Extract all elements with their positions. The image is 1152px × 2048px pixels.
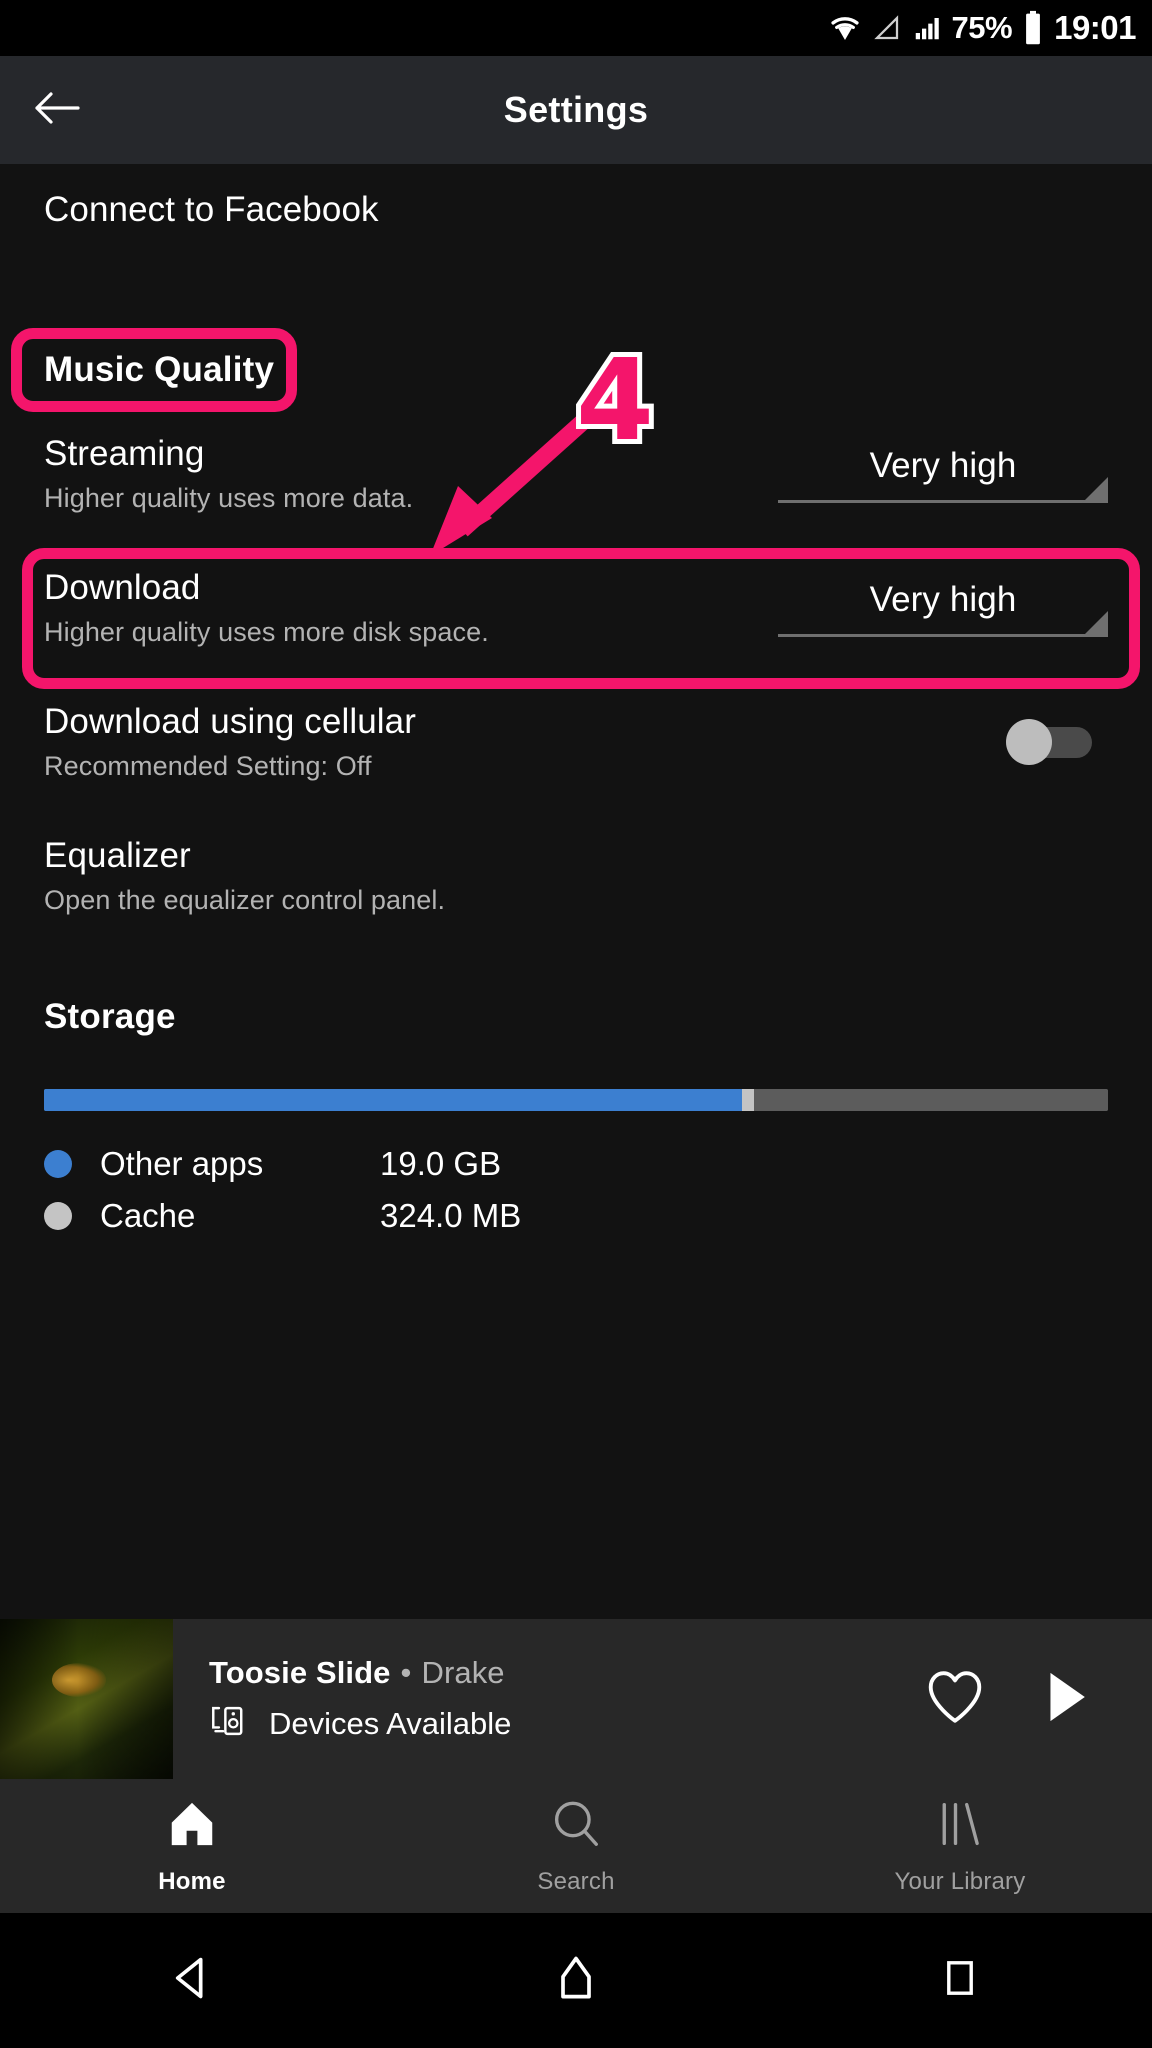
app-bar: Settings: [0, 56, 1152, 164]
storage-legend-item-other-apps: Other apps 19.0 GB: [44, 1145, 501, 1183]
legend-value-other-apps: 19.0 GB: [380, 1145, 502, 1182]
download-subtitle: Higher quality uses more disk space.: [44, 617, 489, 647]
download-cellular-title: Download using cellular: [44, 702, 416, 741]
library-icon: [933, 1797, 987, 1856]
setting-row-facebook[interactable]: Connect to Facebook: [44, 190, 379, 230]
streaming-quality-spinner[interactable]: Very high: [778, 446, 1108, 503]
bottom-navigation: Home Search Your Library: [0, 1779, 1152, 1913]
legend-label-other-apps: Other apps: [100, 1145, 264, 1182]
android-home-icon: [550, 1952, 602, 2009]
equalizer-subtitle: Open the equalizer control panel.: [44, 885, 446, 915]
nav-label-home: Home: [158, 1867, 226, 1895]
legend-value-cache: 324.0 MB: [380, 1197, 522, 1234]
chevron-down-icon: [778, 611, 1108, 637]
storage-segment-free: [753, 1089, 1108, 1111]
now-playing-bar[interactable]: Toosie Slide • Drake Devices Available: [0, 1619, 1152, 1779]
page-title: Settings: [503, 89, 649, 130]
play-icon[interactable]: [1044, 1669, 1090, 1730]
section-header-storage: Storage: [44, 997, 176, 1037]
phone-screen: 75% 19:01 Settings Connect to Facebook M…: [0, 0, 1152, 2048]
facebook-title: Connect to Facebook: [44, 190, 379, 229]
home-icon: [165, 1797, 219, 1856]
download-quality-value: Very high: [869, 580, 1017, 619]
download-cellular-subtitle: Recommended Setting: Off: [44, 751, 372, 781]
nav-label-search: Search: [537, 1867, 615, 1895]
heart-outline-icon[interactable]: [924, 1668, 986, 1731]
signal-triangle-icon: [872, 12, 902, 44]
android-recents-button[interactable]: [768, 1913, 1152, 2048]
annotation-step-number: 4: [571, 336, 659, 466]
legend-label-cache: Cache: [100, 1197, 196, 1234]
devices-available-icon: [209, 1704, 247, 1743]
streaming-subtitle: Higher quality uses more data.: [44, 483, 414, 513]
nav-label-your-library: Your Library: [894, 1867, 1026, 1895]
chevron-down-icon: [778, 477, 1108, 503]
android-back-button[interactable]: [0, 1913, 384, 2048]
status-bar: 75% 19:01: [0, 0, 1152, 56]
section-header-music-quality: Music Quality: [44, 350, 274, 390]
android-recents-icon: [936, 1954, 984, 2007]
now-playing-track-line: Toosie Slide • Drake: [209, 1655, 924, 1691]
download-title: Download: [44, 568, 201, 607]
track-title: Toosie Slide: [209, 1655, 391, 1690]
android-back-icon: [166, 1952, 218, 2009]
storage-segment-cache: [741, 1089, 754, 1111]
streaming-title: Streaming: [44, 434, 205, 473]
download-cellular-toggle[interactable]: [1006, 719, 1092, 765]
signal-bars-icon: [912, 12, 942, 44]
status-bar-clock: 19:01: [1054, 9, 1136, 46]
battery-icon: [1022, 10, 1044, 46]
storage-segment-other-apps: [44, 1089, 742, 1111]
nav-item-home[interactable]: Home: [0, 1779, 384, 1913]
search-icon: [549, 1797, 603, 1856]
storage-legend-item-cache: Cache 324.0 MB: [44, 1197, 521, 1235]
album-art: [0, 1619, 173, 1779]
storage-label: Storage: [44, 997, 176, 1036]
setting-row-download[interactable]: Download Higher quality uses more disk s…: [44, 568, 489, 648]
devices-available-row[interactable]: Devices Available: [209, 1704, 924, 1743]
android-home-button[interactable]: [384, 1913, 768, 2048]
setting-row-equalizer[interactable]: Equalizer Open the equalizer control pan…: [44, 836, 445, 916]
devices-available-label: Devices Available: [269, 1705, 512, 1741]
nav-item-your-library[interactable]: Your Library: [768, 1779, 1152, 1913]
storage-usage-bar: [44, 1089, 1108, 1111]
nav-item-search[interactable]: Search: [384, 1779, 768, 1913]
download-quality-spinner[interactable]: Very high: [778, 580, 1108, 637]
battery-percent-label: 75%: [951, 10, 1013, 45]
wifi-icon: [828, 11, 862, 45]
separator-dot: •: [400, 1655, 412, 1690]
setting-row-streaming[interactable]: Streaming Higher quality uses more data.: [44, 434, 413, 514]
legend-dot-cache: [44, 1202, 72, 1230]
now-playing-actions: [924, 1668, 1152, 1731]
streaming-quality-value: Very high: [869, 446, 1017, 485]
equalizer-title: Equalizer: [44, 836, 191, 875]
toggle-knob: [1006, 719, 1052, 765]
legend-dot-other-apps: [44, 1150, 72, 1178]
music-quality-label: Music Quality: [44, 350, 275, 389]
track-artist: Drake: [421, 1655, 505, 1690]
setting-row-download-cellular[interactable]: Download using cellular Recommended Sett…: [44, 702, 416, 782]
android-navigation-bar: [0, 1913, 1152, 2048]
now-playing-text: Toosie Slide • Drake Devices Available: [173, 1655, 924, 1743]
